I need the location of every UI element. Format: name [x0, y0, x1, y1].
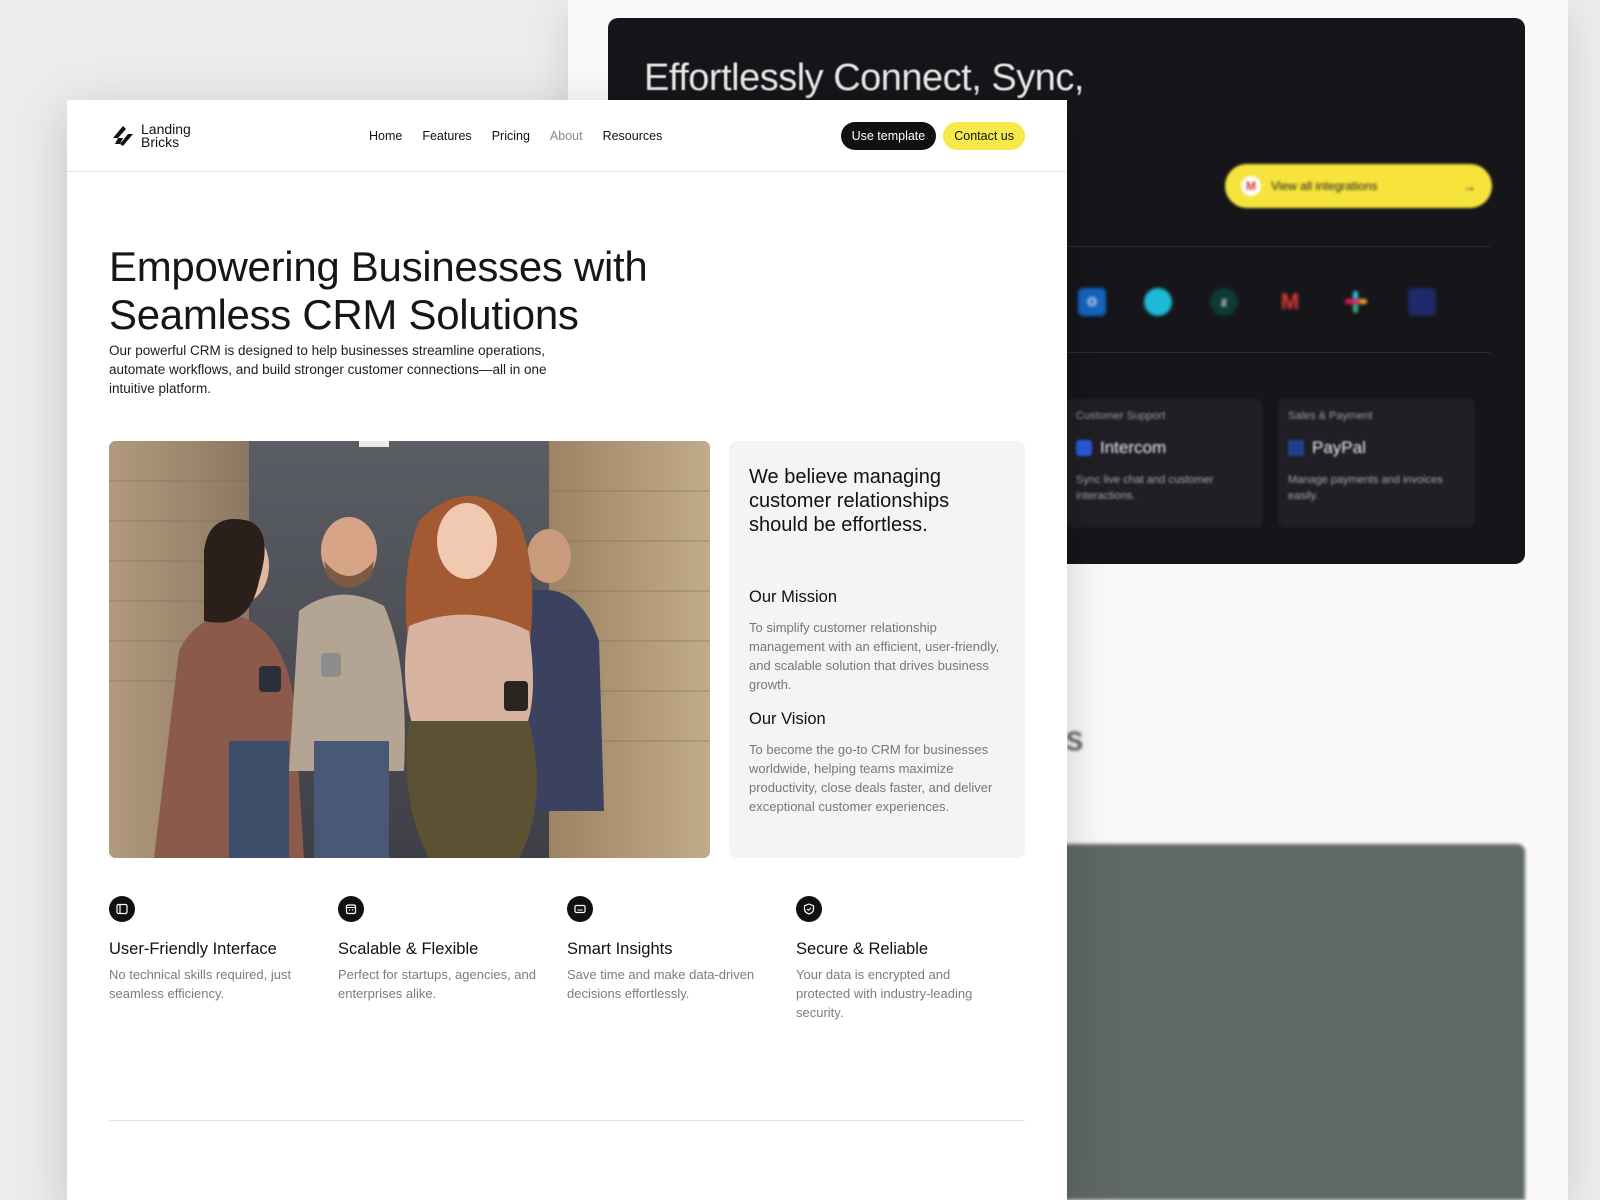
- outlook-icon: O: [1078, 288, 1106, 316]
- features-row: User-Friendly Interface No technical ski…: [109, 896, 1025, 1022]
- logo[interactable]: Landing Bricks: [109, 122, 191, 150]
- nav-link-resources[interactable]: Resources: [603, 129, 663, 143]
- mission-text: To simplify customer relationship manage…: [749, 620, 1000, 692]
- nav-link-pricing[interactable]: Pricing: [492, 129, 530, 143]
- hero-subtitle: Our powerful CRM is designed to help bus…: [109, 343, 547, 396]
- feature-item: Scalable & Flexible Perfect for startups…: [338, 896, 567, 1022]
- page-title-line1: Empowering Businesses with: [109, 243, 648, 290]
- use-template-button[interactable]: Use template: [840, 122, 937, 150]
- integration-description: Manage payments and invoices easily.: [1288, 474, 1443, 502]
- feature-description: No technical skills required, just seaml…: [109, 967, 292, 1001]
- top-navigation: Landing Bricks Home Features Pricing Abo…: [67, 100, 1067, 172]
- team-photo: [109, 441, 710, 858]
- feature-title: User-Friendly Interface: [109, 940, 277, 958]
- slack-icon: [1342, 288, 1370, 316]
- integration-card-paypal[interactable]: Sales & Payment PayPal Manage payments a…: [1278, 398, 1475, 528]
- nav-links: Home Features Pricing About Resources: [369, 100, 662, 172]
- feature-item: Secure & Reliable Your data is encrypted…: [796, 896, 1025, 1022]
- paypal-icon: [1288, 440, 1304, 456]
- shield-icon: [796, 896, 822, 922]
- app-icon: [1408, 288, 1436, 316]
- vision-title: Our Vision: [749, 710, 826, 728]
- nav-actions: Use template Contact us: [840, 100, 1025, 172]
- arrow-right-icon: →: [1463, 178, 1476, 194]
- gmail-icon: M: [1241, 176, 1261, 196]
- vision-text: To become the go-to CRM for businesses w…: [749, 742, 993, 814]
- gmail-icon: M: [1280, 289, 1300, 314]
- landing-page: Landing Bricks Home Features Pricing Abo…: [67, 100, 1067, 1200]
- integration-category: Customer Support: [1076, 410, 1166, 422]
- feature-item: Smart Insights Save time and make data-d…: [567, 896, 796, 1022]
- intercom-icon: [1076, 440, 1092, 456]
- view-integrations-label: View all integrations: [1271, 179, 1378, 193]
- feature-title: Smart Insights: [567, 940, 673, 958]
- belief-statement: We believe managing customer relationshi…: [749, 466, 950, 536]
- page-title: Empowering Businesses with Seamless CRM …: [109, 243, 709, 339]
- feature-description: Perfect for startups, agencies, and ente…: [338, 967, 536, 1001]
- feature-description: Your data is encrypted and protected wit…: [796, 967, 973, 1020]
- integration-name: Intercom: [1100, 438, 1167, 457]
- page-title-line2: Seamless CRM Solutions: [109, 291, 579, 338]
- salesforce-icon: [1144, 288, 1172, 316]
- contact-us-button[interactable]: Contact us: [943, 122, 1025, 150]
- feature-item: User-Friendly Interface No technical ski…: [109, 896, 338, 1022]
- integration-icon-row: O z M: [1078, 288, 1436, 316]
- integration-category: Sales & Payment: [1288, 410, 1373, 422]
- integration-card-intercom[interactable]: Customer Support Intercom Sync live chat…: [1066, 398, 1263, 528]
- monitor-icon: [567, 896, 593, 922]
- nav-link-features[interactable]: Features: [422, 129, 471, 143]
- logo-mark-icon: [113, 125, 133, 146]
- partial-heading: s: [1066, 720, 1083, 758]
- feature-title: Scalable & Flexible: [338, 940, 479, 958]
- nav-link-home[interactable]: Home: [369, 129, 402, 143]
- integration-name: PayPal: [1312, 438, 1366, 457]
- layout-icon: [109, 896, 135, 922]
- view-integrations-button[interactable]: M View all integrations →: [1225, 164, 1492, 208]
- feature-title: Secure & Reliable: [796, 940, 929, 958]
- mission-title: Our Mission: [749, 588, 838, 606]
- about-card: We believe managing customer relationshi…: [729, 441, 1025, 858]
- section-divider: [109, 1120, 1025, 1121]
- calendar-icon: [338, 896, 364, 922]
- zendesk-icon: z: [1210, 288, 1238, 316]
- feature-description: Save time and make data-driven decisions…: [567, 967, 755, 1001]
- integration-description: Sync live chat and customer interactions…: [1076, 474, 1214, 502]
- nav-link-about[interactable]: About: [550, 129, 583, 143]
- logo-text-line2: Bricks: [141, 133, 180, 150]
